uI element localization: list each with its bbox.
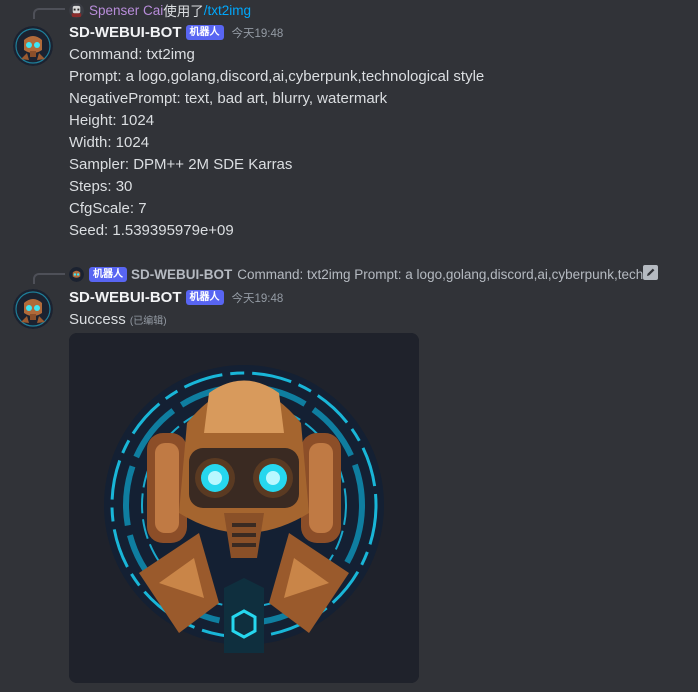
bot-username[interactable]: SD-WEBUI-BOT [69, 289, 182, 306]
message-line: Prompt: a logo,golang,discord,ai,cyberpu… [69, 68, 485, 85]
reply-command-link[interactable]: /txt2img [204, 3, 251, 18]
robot-logo-image [69, 333, 419, 683]
message-line: Command: txt2img [69, 46, 195, 63]
reply-header[interactable]: 机器人 SD-WEBUI-BOT Command: txt2img Prompt… [69, 265, 698, 283]
message-line: Sampler: DPM++ 2M SDE Karras [69, 156, 293, 173]
reply-username[interactable]: SD-WEBUI-BOT [131, 267, 232, 282]
message-text: Success (已编辑) [69, 311, 167, 328]
reply-connector [33, 273, 65, 284]
message-line: Height: 1024 [69, 112, 155, 129]
bot-tag: 机器人 [185, 290, 224, 305]
reply-action: 使用了 [163, 4, 204, 19]
message-line: Steps: 30 [69, 178, 133, 195]
message-line: CfgScale: 7 [69, 200, 147, 217]
success-text: Success [69, 311, 126, 328]
reply-preview[interactable]: Command: txt2img Prompt: a logo,golang,d… [237, 267, 647, 282]
robot-avatar-icon [13, 26, 53, 66]
message-line: Seed: 1.539395979e+09 [69, 222, 234, 239]
reply-connector [33, 8, 65, 19]
message-line: NegativePrompt: text, bad art, blurry, w… [69, 90, 388, 107]
timestamp[interactable]: 今天19:48 [232, 290, 284, 306]
timestamp[interactable]: 今天19:48 [232, 25, 284, 41]
bot-username[interactable]: SD-WEBUI-BOT [69, 24, 182, 41]
message-line: Width: 1024 [69, 134, 150, 151]
user-avatar-icon [69, 2, 84, 18]
bot-tag: 机器人 [185, 25, 224, 40]
reply-header[interactable]: Spenser Cai 使用了 /txt2img [69, 1, 251, 19]
edited-label: (已编辑) [129, 316, 167, 327]
robot-avatar-icon [13, 289, 53, 329]
bot-avatar[interactable] [13, 289, 53, 329]
bot-avatar[interactable] [13, 26, 53, 66]
generated-image[interactable] [69, 333, 419, 683]
bot-tag: 机器人 [89, 266, 127, 282]
message-header: SD-WEBUI-BOT 机器人 今天19:48 [69, 289, 283, 306]
robot-avatar-icon [69, 266, 84, 282]
message-header: SD-WEBUI-BOT 机器人 今天19:48 [69, 24, 283, 41]
pencil-icon [643, 265, 658, 280]
reply-username[interactable]: Spenser Cai [89, 3, 163, 18]
